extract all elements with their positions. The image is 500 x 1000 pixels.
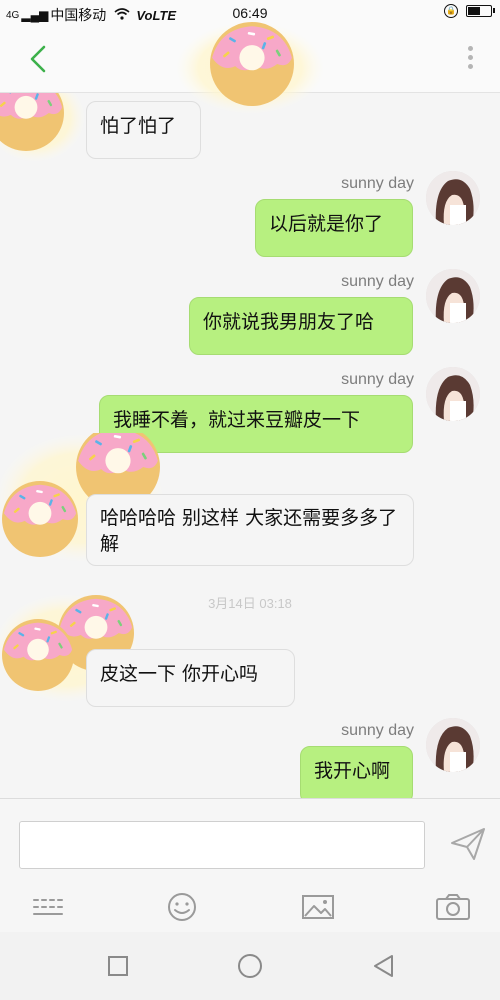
sender-nickname: sunny day xyxy=(341,273,414,290)
keyboard-icon[interactable] xyxy=(30,891,66,923)
message-bubble-outgoing[interactable]: 以后就是你了 xyxy=(255,199,413,257)
rotation-lock-icon: 🔒 xyxy=(444,4,458,18)
send-icon[interactable] xyxy=(450,827,486,861)
sender-nickname: sunny day xyxy=(341,722,414,739)
message-composer xyxy=(0,798,500,933)
sender-nickname: sunny day xyxy=(341,371,414,388)
back-icon[interactable] xyxy=(370,952,398,980)
camera-icon[interactable] xyxy=(435,891,471,923)
status-right: 🔒 xyxy=(444,4,495,18)
message-bubble-outgoing[interactable]: 我开心啊 xyxy=(300,746,413,798)
home-icon[interactable] xyxy=(236,952,264,980)
message-bubble-incoming[interactable]: 哈哈哈哈 别这样 大家还需要多多了解 xyxy=(86,494,414,566)
message-bubble-incoming[interactable]: 怕了怕了 xyxy=(86,101,201,159)
user-avatar[interactable] xyxy=(426,269,480,323)
emoji-icon[interactable] xyxy=(164,891,200,923)
system-nav-bar xyxy=(0,932,500,1000)
user-avatar[interactable] xyxy=(426,367,480,421)
chat-header xyxy=(0,22,500,113)
message-input[interactable] xyxy=(19,821,425,869)
more-vertical-icon[interactable] xyxy=(468,46,474,72)
user-avatar[interactable] xyxy=(426,171,480,225)
chat-area[interactable]: 怕了怕了 sunny day 以后就是你了 sunny day 你就说我男朋友了… xyxy=(0,93,500,798)
recent-apps-icon[interactable] xyxy=(104,952,132,980)
chevron-left-icon[interactable] xyxy=(26,44,50,74)
message-bubble-outgoing[interactable]: 你就说我男朋友了哈 xyxy=(189,297,413,355)
image-icon[interactable] xyxy=(300,891,336,923)
sender-nickname: sunny day xyxy=(341,175,414,192)
contact-avatar-icon[interactable] xyxy=(0,93,90,163)
user-avatar[interactable] xyxy=(426,718,480,772)
message-bubble-incoming[interactable]: 皮这一下 你开心吗 xyxy=(86,649,295,707)
battery-icon xyxy=(466,5,495,17)
